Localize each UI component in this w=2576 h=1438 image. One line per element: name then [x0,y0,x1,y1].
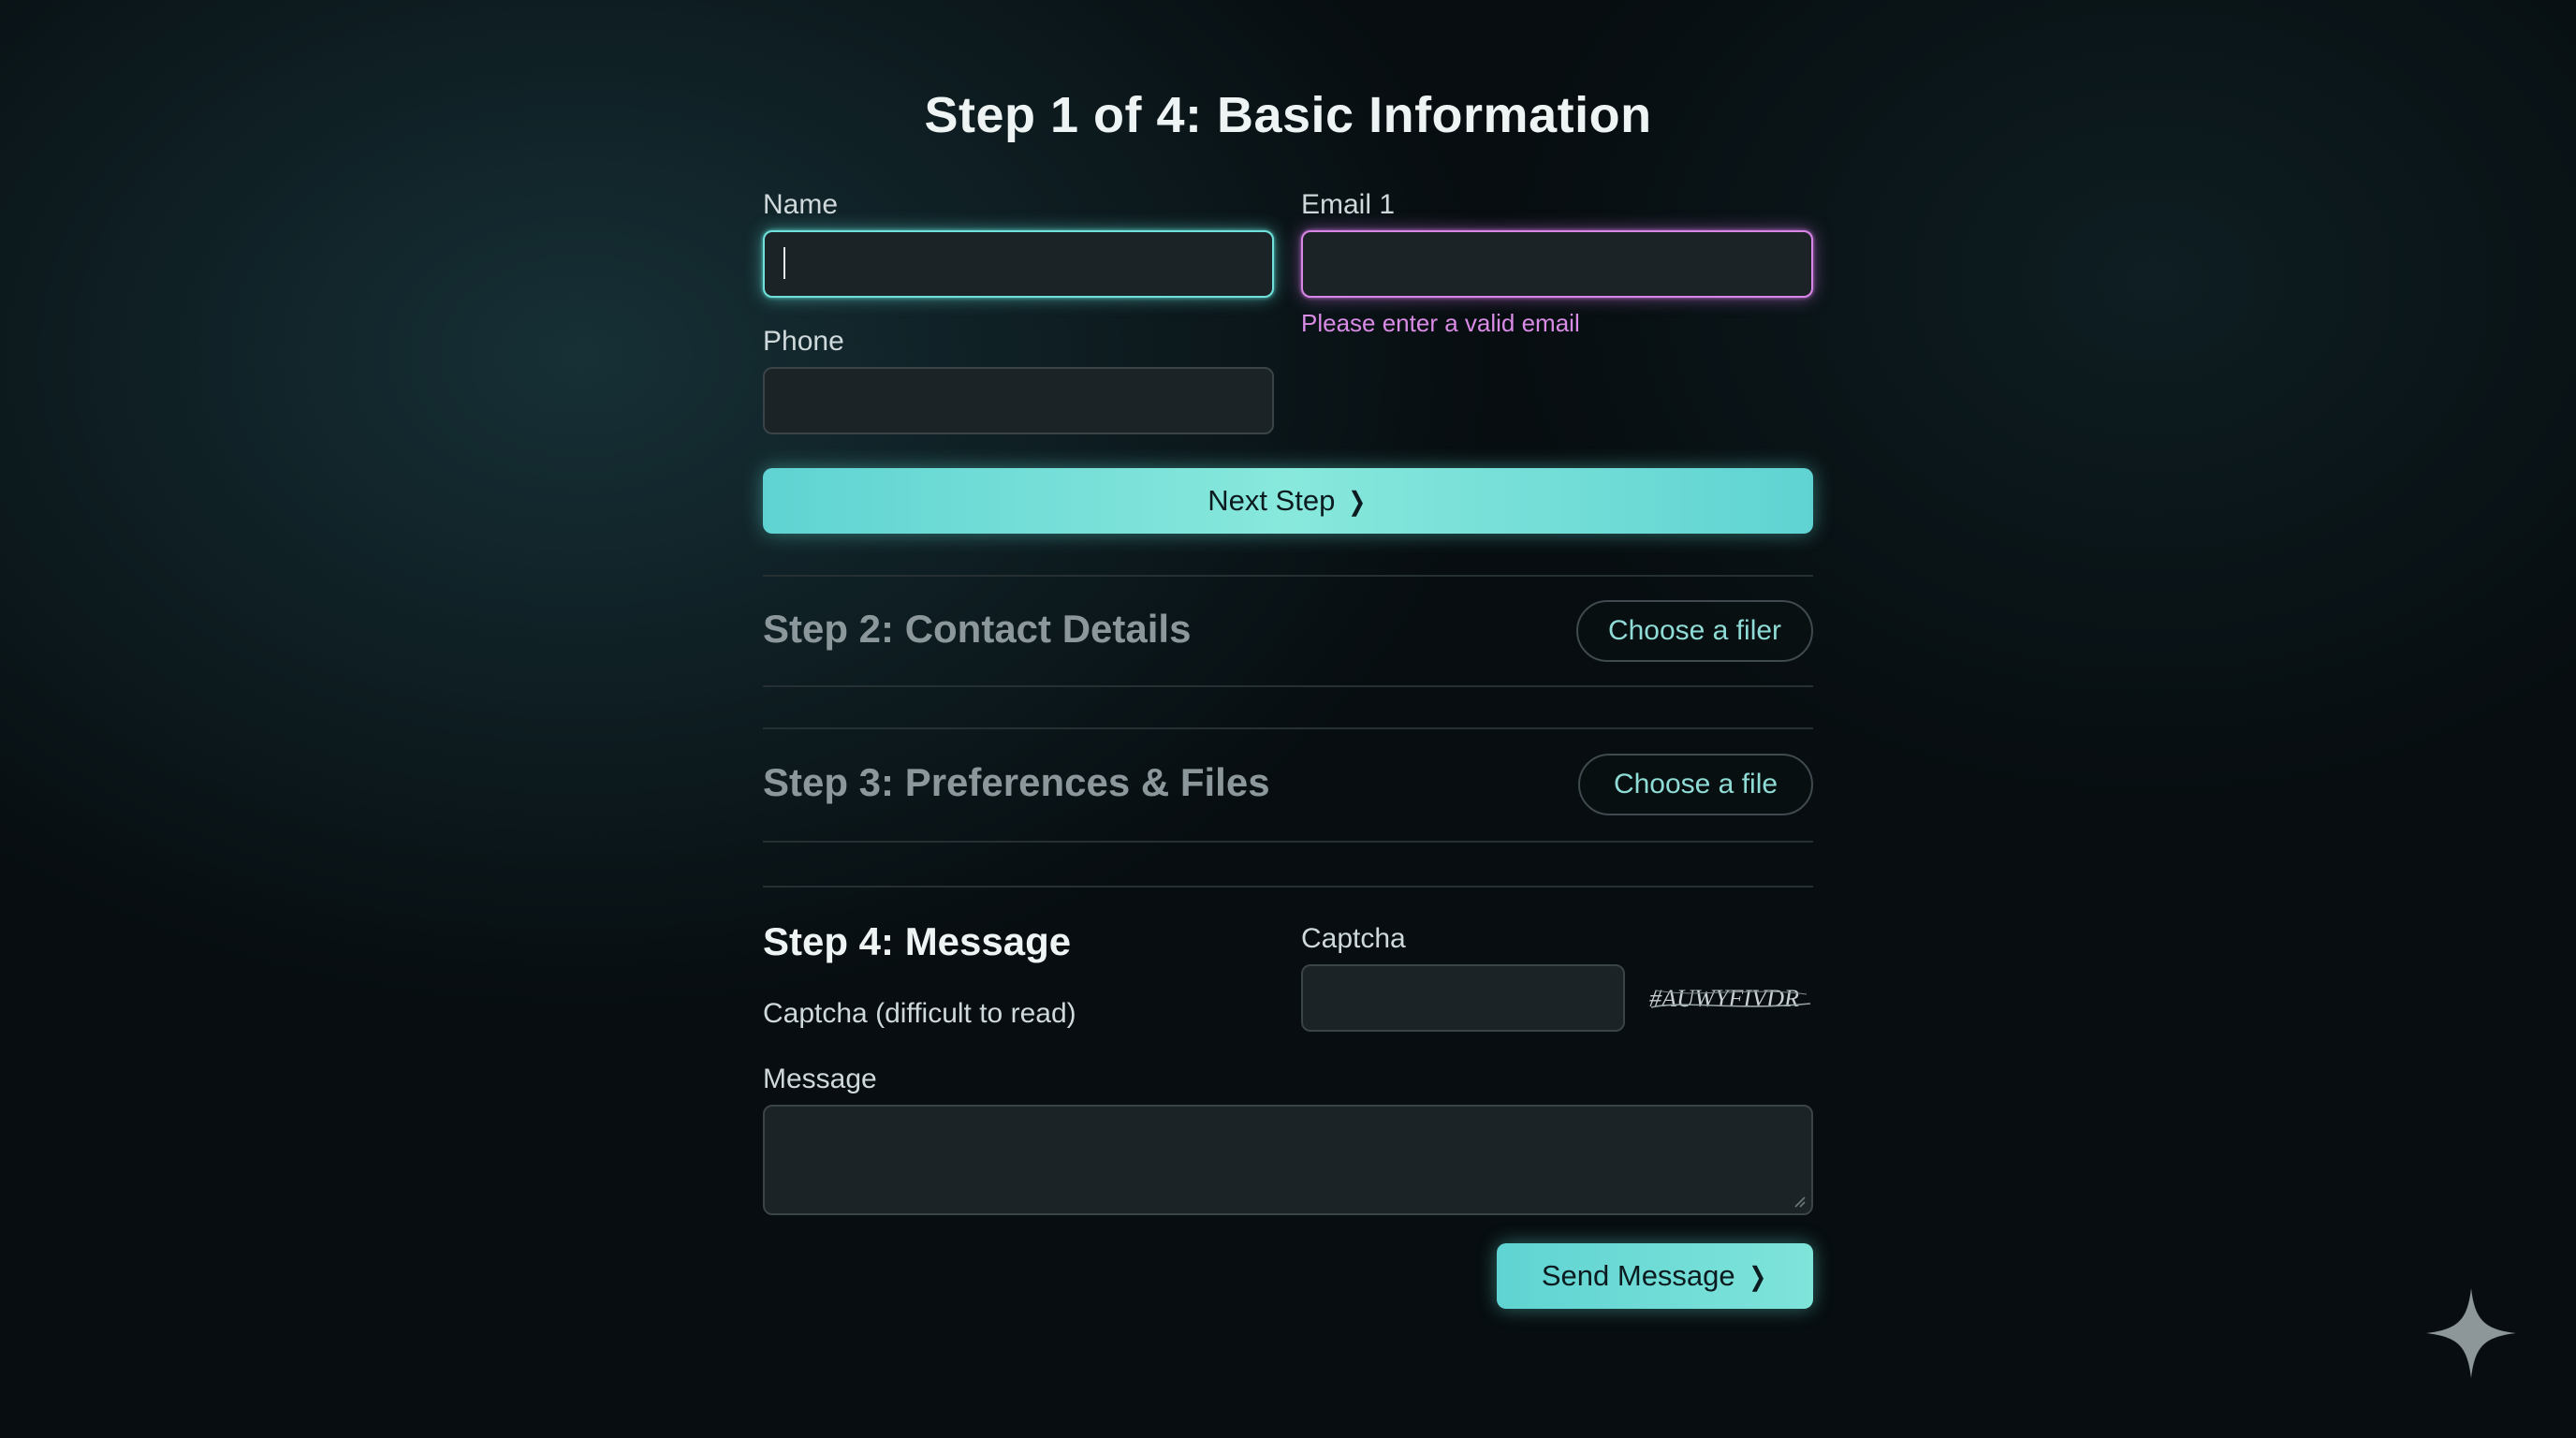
captcha-text: #AUWYFIVDR [1649,985,1799,1012]
chevron-right-icon: ❯ [1348,486,1367,516]
sparkle-icon [2426,1288,2516,1378]
step-4-heading: Step 4: Message [763,919,1072,963]
captcha-image: #AUWYFIVDR [1649,985,1811,1012]
divider [763,886,1813,888]
phone-label: Phone [763,326,844,357]
send-message-label: Send Message [1541,1259,1735,1292]
email-label: Email 1 [1301,189,1396,220]
email-error-message: Please enter a valid email [1301,309,1580,337]
divider [763,727,1813,729]
divider [763,841,1813,843]
chevron-right-icon: ❯ [1749,1261,1766,1291]
message-label: Message [763,1064,877,1094]
phone-input[interactable] [763,367,1274,434]
divider [763,685,1813,687]
captcha-label: Captcha [1301,923,1406,954]
name-input[interactable] [763,230,1274,298]
step-2-heading[interactable]: Step 2: Contact Details [763,607,1191,652]
name-field-wrapper [763,230,1274,298]
text-caret [783,247,785,279]
next-step-button[interactable]: Next Step ❯ [763,468,1813,534]
captcha-input[interactable] [1301,964,1625,1032]
send-message-button[interactable]: Send Message ❯ [1497,1243,1813,1309]
resize-handle-icon[interactable] [1793,1195,1806,1208]
next-step-label: Next Step [1208,484,1336,517]
choose-file-button[interactable]: Choose a file [1578,754,1813,815]
divider [763,575,1813,577]
email-input[interactable] [1301,230,1813,298]
name-label: Name [763,189,839,220]
multi-step-form: Step 1 of 4: Basic Information Name Emai… [763,0,1813,1438]
captcha-hint: Captcha (difficult to read) [763,998,1076,1029]
choose-filer-button[interactable]: Choose a filer [1576,600,1813,662]
page-title: Step 1 of 4: Basic Information [924,87,1652,143]
message-textarea[interactable] [763,1105,1813,1215]
step-3-heading[interactable]: Step 3: Preferences & Files [763,760,1270,805]
